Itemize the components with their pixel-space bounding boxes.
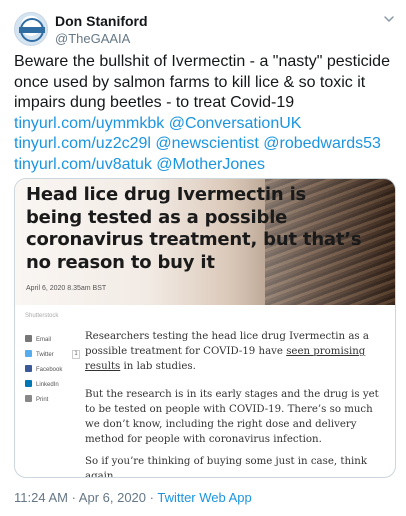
- avatar[interactable]: [14, 12, 48, 46]
- mention-newscientist[interactable]: @newscientist: [155, 135, 258, 152]
- photo-credit: Shutterstock: [25, 313, 59, 319]
- share-linkedin: LinkedIn: [25, 380, 85, 392]
- author-handle[interactable]: @TheGAAIA: [55, 31, 130, 46]
- email-icon: [25, 335, 32, 342]
- article-hero: Head lice drug Ivermectin is being teste…: [15, 179, 395, 305]
- print-icon: [25, 395, 32, 402]
- author-name[interactable]: Don Staniford: [55, 13, 148, 29]
- mention-conversationuk[interactable]: @ConversationUK: [169, 115, 302, 132]
- tweet-timestamp[interactable]: 11:24 AM · Apr 6, 2020: [14, 490, 146, 505]
- article-headline: Head lice drug Ivermectin is being teste…: [26, 184, 362, 273]
- chevron-down-icon[interactable]: [382, 12, 396, 26]
- tweet-link-2[interactable]: tinyurl.com/uz2c29l: [14, 135, 151, 152]
- linkedin-icon: [25, 380, 32, 387]
- tweet: Don Staniford @TheGAAIA Beware the bulls…: [0, 0, 406, 516]
- mention-motherjones[interactable]: @MotherJones: [156, 156, 265, 173]
- article-paragraph-1: Researchers testing the head lice drug I…: [85, 331, 369, 372]
- tweet-text-body: Beware the bullshit of Ivermectin - a "n…: [14, 53, 390, 111]
- tweet-link-3[interactable]: tinyurl.com/uv8atuk: [14, 156, 152, 173]
- tweet-source[interactable]: Twitter Web App: [157, 490, 251, 505]
- tweet-link-1[interactable]: tinyurl.com/uymmkbk: [14, 115, 164, 132]
- embedded-article-image[interactable]: Head lice drug Ivermectin is being teste…: [14, 178, 396, 478]
- facebook-icon: [25, 365, 32, 372]
- share-count: 1: [72, 350, 80, 359]
- article-paragraph-3: So if you’re thinking of buying some jus…: [85, 456, 368, 478]
- article-dateline: April 6, 2020 8.35am BST: [26, 285, 107, 292]
- tweet-meta: 11:24 AM · Apr 6, 2020 · Twitter Web App: [14, 490, 252, 505]
- share-print: Print: [25, 395, 85, 407]
- share-facebook: Facebook: [25, 365, 85, 377]
- tweet-text: Beware the bullshit of Ivermectin - a "n…: [14, 52, 396, 175]
- share-email: Email: [25, 335, 85, 347]
- mention-robedwards53[interactable]: @robedwards53: [263, 135, 381, 152]
- avatar-logo-band: [19, 27, 45, 33]
- twitter-icon: [25, 350, 32, 357]
- article-paragraph-2: But the research is in its early stages …: [85, 389, 379, 445]
